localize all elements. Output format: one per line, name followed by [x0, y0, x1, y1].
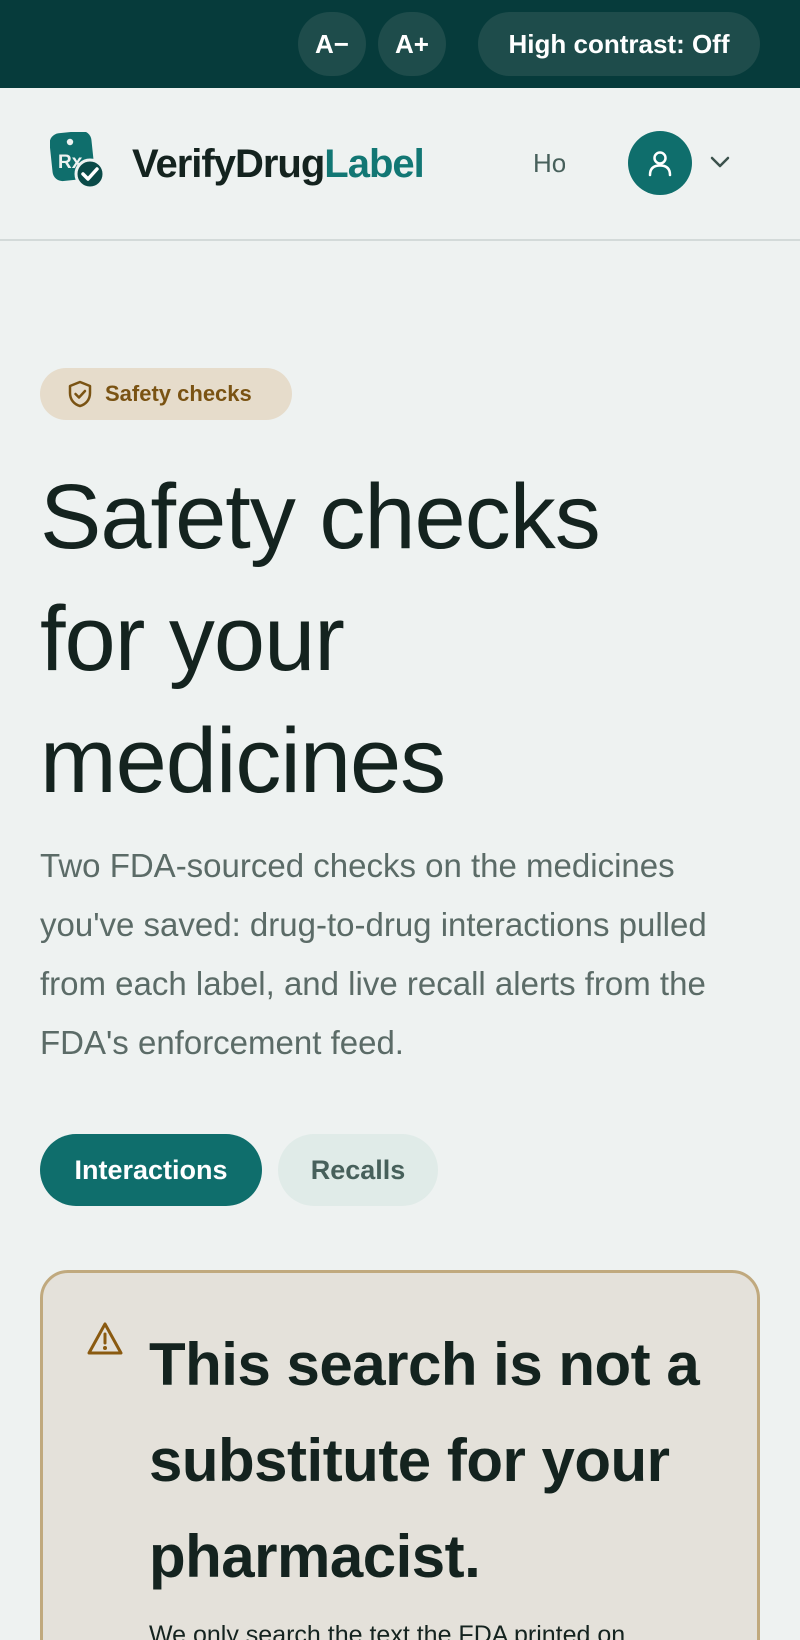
warning-triangle-icon [87, 1322, 123, 1355]
disclaimer-title-line-3: pharmacist. [149, 1523, 481, 1590]
disclaimer-title-line-2: substitute for your [149, 1427, 670, 1494]
badge-label: Safety checks [105, 381, 252, 406]
increase-text-size-button[interactable]: A+ [378, 12, 446, 76]
brand-name-part1: VerifyDrug [132, 142, 325, 186]
high-contrast-toggle[interactable]: High contrast: Off [478, 12, 760, 76]
chevron-down-icon[interactable] [708, 150, 732, 174]
brand-name-part2: Label [324, 142, 424, 186]
accessibility-toolbar: A− A+ High contrast: Off [0, 0, 800, 88]
page-title-line-1: Safety checks [40, 466, 601, 568]
disclaimer-title: This search is not a substitute for your… [149, 1317, 739, 1605]
brand-wordmark[interactable]: VerifyDrugLabel [132, 142, 425, 187]
user-icon [648, 151, 672, 177]
tab-recalls[interactable]: Recalls [278, 1134, 438, 1206]
rx-check-icon[interactable]: Rx [49, 130, 108, 190]
page-title: Safety checks for your medicines [40, 456, 760, 822]
nav-link-home[interactable]: Ho [533, 148, 565, 179]
site-header: Rx VerifyDrugLabel Ho [0, 88, 800, 241]
page-title-line-3: medicines [40, 710, 446, 812]
disclaimer-card: This search is not a substitute for your… [40, 1270, 760, 1640]
account-avatar-button[interactable] [628, 131, 692, 195]
disclaimer-title-line-1: This search is not a [149, 1331, 700, 1398]
tab-interactions[interactable]: Interactions [40, 1134, 262, 1206]
page-title-line-2: for your [40, 588, 345, 690]
page-description: Two FDA-sourced checks on the medicines … [40, 847, 707, 1061]
shield-check-icon [68, 380, 92, 408]
disclaimer-body: We only search the text the FDA printed … [149, 1621, 626, 1640]
decrease-text-size-button[interactable]: A− [298, 12, 366, 76]
section-badge: Safety checks [40, 368, 292, 420]
